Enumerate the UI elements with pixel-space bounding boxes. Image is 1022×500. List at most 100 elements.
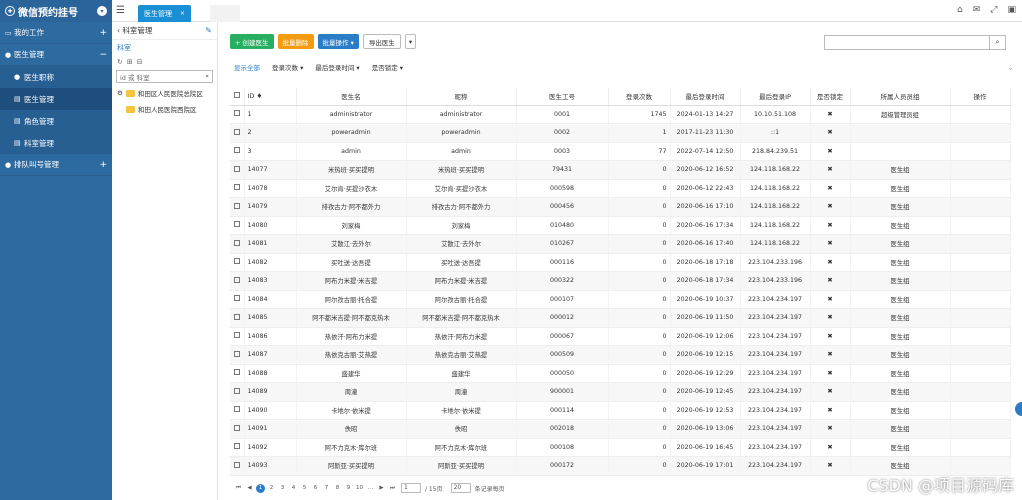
actions-cell[interactable] xyxy=(950,253,1011,272)
search-icon[interactable]: ⌕ xyxy=(989,36,1005,49)
page-button[interactable]: 10 xyxy=(355,484,364,493)
page-button[interactable]: 1 xyxy=(256,483,265,493)
row-checkbox[interactable] xyxy=(230,271,245,291)
row-checkbox[interactable] xyxy=(230,382,245,402)
last-page-button[interactable]: ⏭ xyxy=(388,484,397,493)
column-header[interactable]: 最后登录时间 xyxy=(670,88,741,106)
column-header[interactable]: 是否锁定 xyxy=(810,88,851,106)
actions-cell[interactable] xyxy=(950,160,1011,180)
row-checkbox[interactable] xyxy=(230,345,245,365)
table-row[interactable]: 14088 盛建华 盛建华 000050 0 2020-06-19 12:29 223.10… xyxy=(230,364,1011,383)
table-row[interactable]: 14090 卡地尔·依米提 卡地尔·依米提 000114 0 2020-06-19 12:… xyxy=(230,401,1011,420)
row-checkbox[interactable] xyxy=(230,253,245,272)
row-checkbox[interactable] xyxy=(230,179,245,198)
fullscreen-icon[interactable]: ⤢ xyxy=(990,5,997,15)
tab-doctor-management[interactable]: 医生管理 × xyxy=(138,5,192,22)
collapse-all-icon[interactable]: ⊟ xyxy=(137,58,143,66)
row-checkbox[interactable] xyxy=(230,401,245,420)
page-button[interactable]: 4 xyxy=(289,484,298,493)
table-row[interactable]: 14089 周潼 周潼 900001 0 2020-06-19 12:45 223.104.… xyxy=(230,382,1011,402)
close-icon[interactable]: × xyxy=(180,10,185,17)
table-row[interactable]: 14084 阿尔孜古丽·托合提 阿尔孜古丽·托合提 000107 0 2020-06-19… xyxy=(230,290,1011,309)
actions-cell[interactable] xyxy=(950,123,1011,143)
table-row[interactable]: 2 poweradmin poweradmin 0002 1 2017-11-23 11:… xyxy=(230,123,1011,143)
table-row[interactable]: 14079 排孜古力·阿不都外力 排孜古力·阿不都外力 000456 0 2020-06-… xyxy=(230,197,1011,217)
export-dropdown-button[interactable]: ▾ xyxy=(404,34,417,49)
table-row[interactable]: 1 administrator administrator 0001 1745 2024-… xyxy=(230,105,1011,124)
table-row[interactable]: 14087 热依克古丽·艾热提 热依克古丽·艾热提 000509 0 2020-06-19… xyxy=(230,345,1011,365)
page-button[interactable]: 9 xyxy=(344,484,353,493)
actions-cell[interactable] xyxy=(950,419,1011,439)
actions-cell[interactable] xyxy=(950,382,1011,402)
home-icon[interactable]: ⌂ xyxy=(957,5,963,15)
tree-subtab[interactable]: 科室 xyxy=(112,40,217,56)
actions-cell[interactable] xyxy=(950,290,1011,309)
page-input[interactable]: 1 xyxy=(401,483,421,493)
sidebar-menu-toggle-icon[interactable]: ▾ xyxy=(97,6,107,16)
hamburger-icon[interactable]: ☰ xyxy=(116,5,125,16)
side-handle[interactable] xyxy=(1015,402,1022,416)
column-header[interactable]: 所属人员员组 xyxy=(850,88,951,106)
refresh-icon[interactable]: ↻ xyxy=(117,58,123,66)
expand-all-icon[interactable]: ⊞ xyxy=(127,58,133,66)
submenu-role-management[interactable]: ▤ 角色管理 xyxy=(0,110,112,132)
page-button[interactable]: 8 xyxy=(333,484,342,493)
search-field[interactable] xyxy=(825,36,989,49)
submenu-doctor-management[interactable]: ▤ 医生管理 xyxy=(0,88,112,110)
actions-cell[interactable] xyxy=(950,364,1011,383)
page-button[interactable]: 5 xyxy=(300,484,309,493)
actions-cell[interactable] xyxy=(950,234,1011,254)
column-header[interactable]: 医生工号 xyxy=(516,88,609,106)
column-header[interactable]: 最后登录IP xyxy=(740,88,811,106)
chat-icon[interactable]: ✉ xyxy=(973,5,981,15)
table-row[interactable]: 14081 艾散江·去外尔 艾散江·去外尔 010267 0 2020-06-16 17:… xyxy=(230,234,1011,254)
page-size-input[interactable]: 20 xyxy=(450,483,471,493)
row-checkbox[interactable] xyxy=(230,438,245,457)
row-checkbox[interactable] xyxy=(230,234,245,254)
tree-search-input[interactable]: id 或 科室 ⌕ xyxy=(116,70,213,83)
search-input[interactable]: ⌕ xyxy=(824,35,1006,50)
row-checkbox[interactable] xyxy=(230,160,245,180)
actions-cell[interactable] xyxy=(950,142,1011,161)
tree-node[interactable]: 和田人民医院西院区 xyxy=(112,101,217,117)
actions-cell[interactable] xyxy=(950,438,1011,457)
table-row[interactable]: 14078 艾尔肯·买提沙衣木 艾尔肯·买提沙衣木 000598 0 2020-06-12… xyxy=(230,179,1011,198)
export-button[interactable]: 导出医生 xyxy=(362,34,401,49)
column-header[interactable]: 昵称 xyxy=(406,88,517,106)
table-row[interactable]: 14086 热依汗·阿布力米提 热依汗·阿布力米提 000067 0 2020-06-19… xyxy=(230,327,1011,346)
page-button[interactable]: 2 xyxy=(267,484,276,493)
batch-ops-button[interactable]: 批量操作 ▾ xyxy=(317,34,359,49)
row-checkbox[interactable] xyxy=(230,216,245,235)
row-checkbox[interactable] xyxy=(230,456,245,476)
chevron-down-icon[interactable]: ⌄ xyxy=(1007,63,1014,72)
table-row[interactable]: 14085 阿不都米吉提·阿不都克热木 阿不都米吉提·阿不都克热木 000012 0 20… xyxy=(230,308,1011,328)
table-row[interactable]: 14092 阿不力克木·库尔班 阿不力克木·库尔班 000108 0 2020-06-19… xyxy=(230,438,1011,457)
table-row[interactable]: 3 admin admin 0003 77 2022-07-14 12:50 218.84.… xyxy=(230,142,1011,161)
menu-doctor-management[interactable]: ● 医生管理 − xyxy=(0,44,112,66)
batch-delete-button[interactable]: 批量删除 xyxy=(277,34,314,49)
actions-cell[interactable] xyxy=(950,216,1011,235)
actions-cell[interactable] xyxy=(950,179,1011,198)
filter-last-login[interactable]: 最后登录时间 ▾ xyxy=(315,62,359,72)
column-header[interactable]: 登录次数 xyxy=(608,88,671,106)
table-row[interactable]: 14077 米热班·买买提明 米热班·买买提明 79431 0 2020-06-12 16… xyxy=(230,160,1011,180)
row-checkbox[interactable] xyxy=(230,142,245,161)
filter-all[interactable]: 显示全部 xyxy=(234,62,260,72)
page-button[interactable]: 6 xyxy=(311,484,320,493)
row-checkbox[interactable] xyxy=(230,419,245,439)
avatar[interactable]: ▣ xyxy=(1007,5,1016,15)
menu-queue-management[interactable]: ● 排队叫号管理 + xyxy=(0,154,112,176)
table-row[interactable]: 14080 刘家梅 刘家梅 010480 0 2020-06-16 17:34 124.11… xyxy=(230,216,1011,235)
row-checkbox[interactable] xyxy=(230,197,245,217)
actions-cell[interactable] xyxy=(950,327,1011,346)
search-icon[interactable]: ⌕ xyxy=(205,72,209,81)
pin-icon[interactable]: ✎ xyxy=(205,26,212,35)
row-checkbox[interactable] xyxy=(230,308,245,328)
next-page-button[interactable]: ▶ xyxy=(377,484,386,493)
row-checkbox[interactable] xyxy=(230,123,245,143)
table-row[interactable]: 14082 买吐送·达吾提 买吐送·达吾提 000116 0 2020-06-18 17:… xyxy=(230,253,1011,272)
actions-cell[interactable] xyxy=(950,401,1011,420)
row-checkbox[interactable] xyxy=(230,327,245,346)
actions-cell[interactable] xyxy=(950,308,1011,328)
actions-cell[interactable] xyxy=(950,345,1011,365)
